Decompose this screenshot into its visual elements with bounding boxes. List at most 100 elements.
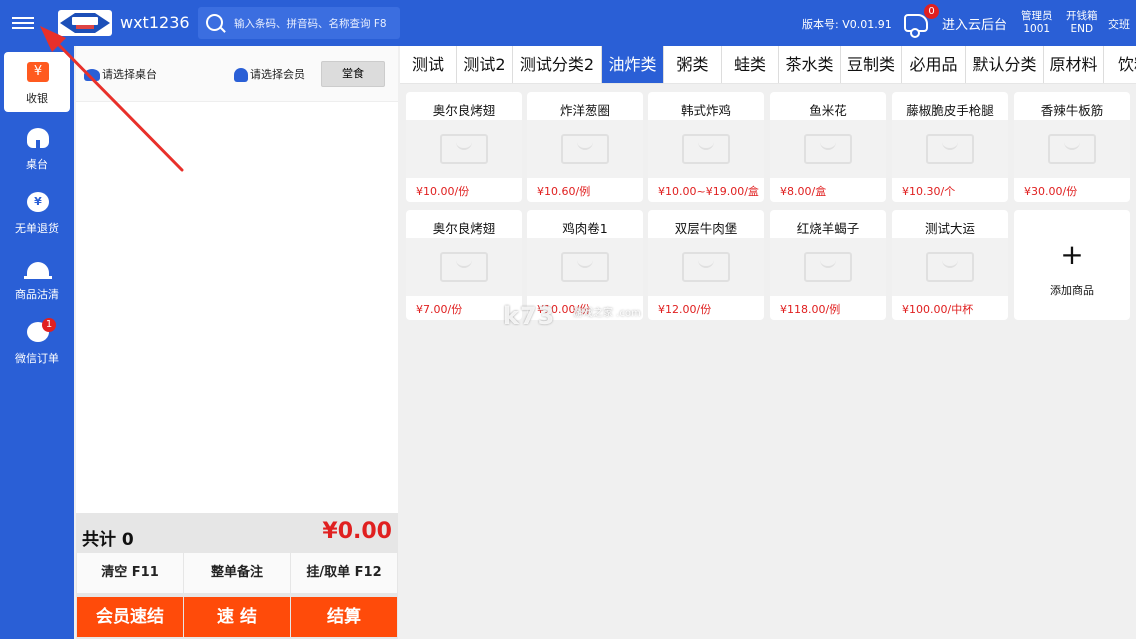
version-label: 版本号: V0.01.91: [802, 18, 892, 31]
placeholder-image-icon: [1048, 134, 1096, 164]
tab-category[interactable]: 必用品: [902, 46, 966, 83]
hold-order-button[interactable]: 挂/取单 F12: [291, 553, 397, 593]
brand-logo: [58, 10, 112, 36]
product-card[interactable]: 炸洋葱圈 ¥10.60/例: [527, 92, 643, 202]
cloud-backend-link[interactable]: 进入云后台: [942, 14, 1007, 33]
watermark: k73: [503, 302, 556, 330]
member-icon: [234, 68, 248, 82]
manager-button[interactable]: 管理员 1001: [1021, 10, 1053, 36]
product-card[interactable]: 双层牛肉堡 ¥12.00/份: [648, 210, 764, 320]
product-name: 韩式炸鸡: [680, 103, 731, 118]
placeholder-image-icon: [926, 134, 974, 164]
product-card[interactable]: 奥尔良烤翅 ¥10.00/份: [406, 92, 522, 202]
placeholder-image-icon: [440, 252, 488, 282]
placeholder-image-icon: [804, 134, 852, 164]
select-table-label: 请选择桌台: [102, 68, 157, 81]
product-card[interactable]: 藤椒脆皮手枪腿 ¥10.30/个: [892, 92, 1008, 202]
sidebar-item-label: 桌台: [26, 158, 48, 171]
watermark-sub: 游戏之家 .com: [573, 308, 641, 319]
sidebar-item-label: 收银: [26, 92, 48, 105]
product-image: [648, 238, 764, 296]
left-sidebar: ¥ 收银 桌台 ¥ 无单退货 商品沽清 1 微信订单: [0, 46, 74, 639]
product-image: [406, 120, 522, 178]
product-name: 红烧羊蝎子: [796, 221, 860, 236]
product-image: [527, 120, 643, 178]
product-price: ¥8.00/盒: [780, 185, 827, 198]
order-panel: 请选择桌台 请选择会员 堂食 共计 0 ¥0.00 清空 F11 整单备注 挂/…: [76, 46, 398, 639]
wechat-badge: 1: [42, 318, 56, 332]
product-image: [527, 238, 643, 296]
manager-id: 1001: [1023, 23, 1051, 35]
search-icon: [206, 14, 223, 31]
product-name: 鱼米花: [809, 103, 847, 118]
tab-category-active[interactable]: 油炸类: [602, 46, 664, 83]
clear-button[interactable]: 清空 F11: [77, 553, 183, 593]
product-price: ¥118.00/例: [780, 303, 841, 316]
tab-category[interactable]: 粥类: [664, 46, 722, 83]
store-name: wxt1236: [120, 13, 190, 32]
return-icon: ¥: [27, 192, 49, 212]
tab-category[interactable]: 蛙类: [722, 46, 779, 83]
product-image: [892, 120, 1008, 178]
category-tabs: 测试 测试2 测试分类2 油炸类 粥类 蛙类 茶水类 豆制类 必用品 默认分类 …: [400, 46, 1136, 84]
tab-category[interactable]: 豆制类: [841, 46, 902, 83]
tab-category[interactable]: 测试2: [457, 46, 513, 83]
notification-badge: 0: [924, 4, 939, 19]
open-cash-drawer-button[interactable]: 开钱箱 END: [1066, 10, 1098, 36]
dine-in-button[interactable]: 堂食: [321, 61, 385, 87]
product-image: [406, 238, 522, 296]
select-table-button[interactable]: 请选择桌台: [84, 66, 157, 82]
product-price: ¥30.00/份: [1024, 185, 1078, 198]
placeholder-image-icon: [440, 134, 488, 164]
order-note-button[interactable]: 整单备注: [184, 553, 290, 593]
select-member-label: 请选择会员: [250, 68, 305, 81]
sidebar-item-tables[interactable]: 桌台: [4, 118, 70, 178]
product-name: 奥尔良烤翅: [432, 221, 496, 236]
product-card[interactable]: 韩式炸鸡 ¥10.00~¥19.00/盒: [648, 92, 764, 202]
product-name: 奥尔良烤翅: [432, 103, 496, 118]
tab-category[interactable]: 默认分类: [966, 46, 1044, 83]
product-card[interactable]: 香辣牛板筋 ¥30.00/份: [1014, 92, 1130, 202]
product-price: ¥10.60/例: [537, 185, 591, 198]
shift-handover-button[interactable]: 交班: [1108, 16, 1130, 32]
sidebar-item-wechat-orders[interactable]: 1 微信订单: [4, 312, 70, 372]
product-name: 测试大运: [924, 221, 975, 236]
product-price: ¥100.00/中杯: [902, 303, 974, 316]
tab-category[interactable]: 原材料: [1044, 46, 1104, 83]
hamburger-menu-icon[interactable]: [12, 14, 34, 32]
manager-role: 管理员: [1021, 10, 1053, 22]
drawer-shortcut: END: [1070, 23, 1094, 35]
product-price: ¥10.30/个: [902, 185, 956, 198]
drawer-label: 开钱箱: [1066, 10, 1098, 22]
product-price: ¥10.00/份: [416, 185, 470, 198]
member-quick-checkout-button[interactable]: 会员速结: [77, 597, 183, 637]
select-member-button[interactable]: 请选择会员: [234, 66, 305, 82]
notification-button[interactable]: 0: [902, 4, 939, 38]
service-bell-icon: [24, 262, 52, 279]
product-card[interactable]: 测试大运 ¥100.00/中杯: [892, 210, 1008, 320]
quick-checkout-button[interactable]: 速 结: [184, 597, 290, 637]
product-image: [892, 238, 1008, 296]
product-card[interactable]: 鱼米花 ¥8.00/盒: [770, 92, 886, 202]
sidebar-item-return[interactable]: ¥ 无单退货: [4, 182, 70, 242]
search-input[interactable]: 输入条码、拼音码、名称查询 F8: [198, 7, 400, 39]
tab-category[interactable]: 测试: [400, 46, 457, 83]
tab-category[interactable]: 饮料: [1104, 46, 1136, 83]
tab-category[interactable]: 测试分类2: [513, 46, 602, 83]
placeholder-image-icon: [926, 252, 974, 282]
total-count: 共计 0: [82, 530, 134, 550]
product-name: 鸡肉卷1: [562, 221, 608, 236]
sidebar-item-cashier[interactable]: ¥ 收银: [4, 52, 70, 112]
tab-category[interactable]: 茶水类: [779, 46, 841, 83]
product-card[interactable]: 红烧羊蝎子 ¥118.00/例: [770, 210, 886, 320]
product-price: ¥7.00/份: [416, 303, 463, 316]
table-icon: [84, 69, 100, 81]
top-bar: wxt1236 输入条码、拼音码、名称查询 F8 版本号: V0.01.91 0…: [0, 0, 1136, 46]
sidebar-item-soldout[interactable]: 商品沽清: [4, 248, 70, 308]
plus-icon: +: [1060, 238, 1084, 271]
table-icon: [27, 128, 49, 148]
sidebar-item-label: 商品沽清: [15, 288, 59, 301]
add-product-button[interactable]: + 添加商品: [1014, 210, 1130, 320]
placeholder-image-icon: [561, 252, 609, 282]
checkout-button[interactable]: 结算: [291, 597, 397, 637]
